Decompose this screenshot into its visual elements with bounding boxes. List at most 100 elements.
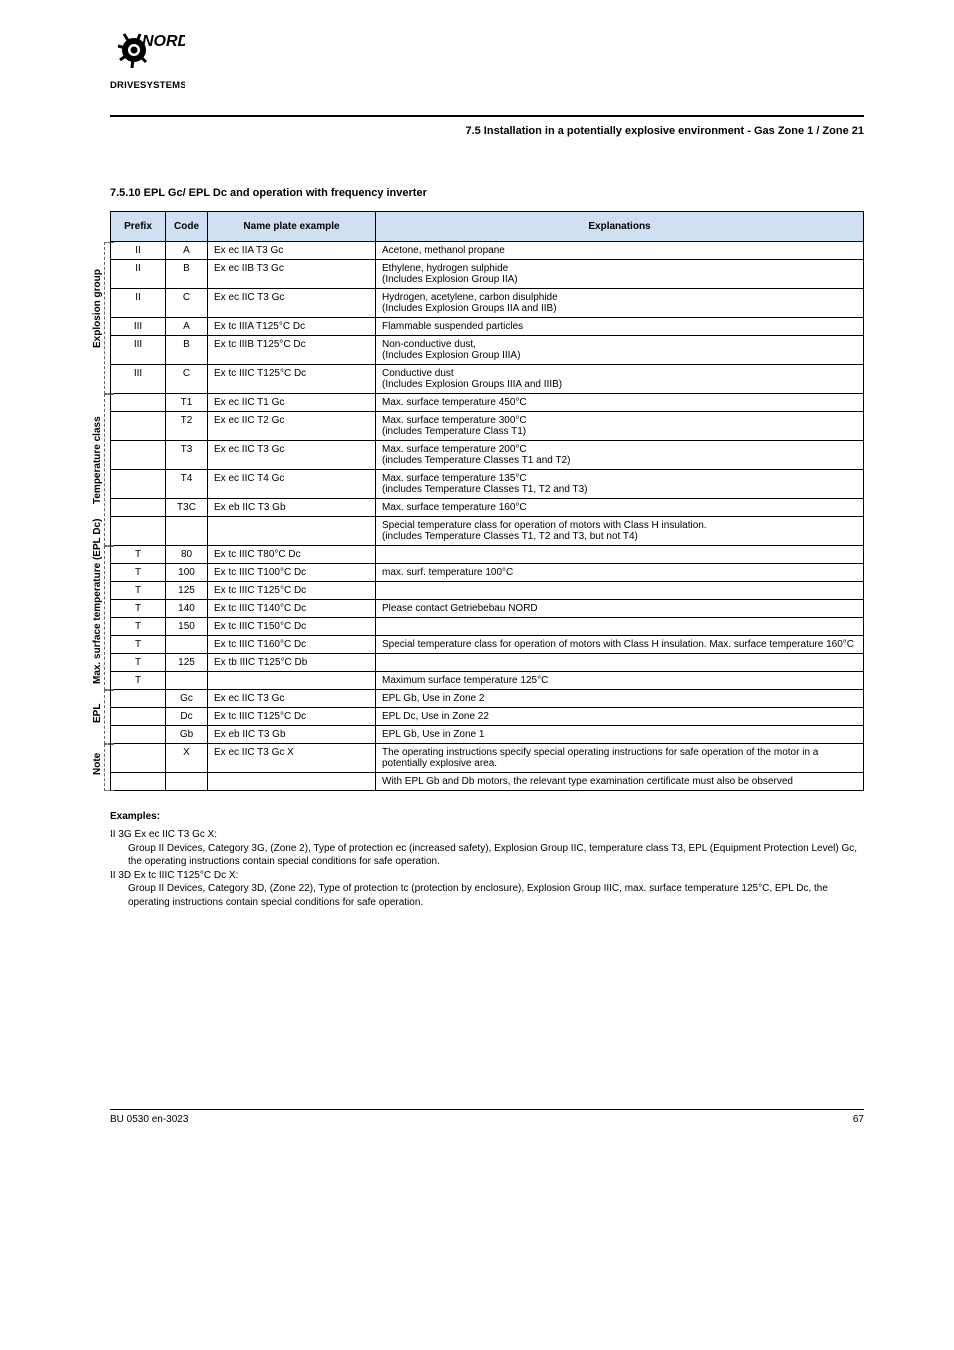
cell-explanation: Ethylene, hydrogen sulphide (Includes Ex… <box>376 260 864 289</box>
cell-code <box>166 773 208 791</box>
cell-code: 150 <box>166 618 208 636</box>
cell-prefix: T <box>111 672 166 690</box>
cell-prefix: T <box>111 546 166 564</box>
cell-example: Ex tc IIIC T125°C Dc <box>208 582 376 600</box>
table-row: T2Ex ec IIC T2 GcMax. surface temperatur… <box>111 412 864 441</box>
cell-example: Ex tc IIIC T125°C Dc <box>208 708 376 726</box>
cell-example: Ex tc IIIC T150°C Dc <box>208 618 376 636</box>
table-row: TMaximum surface temperature 125°C <box>111 672 864 690</box>
cell-prefix <box>111 773 166 791</box>
cell-prefix: T <box>111 582 166 600</box>
th-prefix: Prefix <box>111 212 166 242</box>
cell-code: Gb <box>166 726 208 744</box>
cell-example: Ex ec IIC T4 Gc <box>208 470 376 499</box>
cell-code: A <box>166 318 208 336</box>
cell-explanation: Special temperature class for operation … <box>376 517 864 546</box>
footer-page-number: 67 <box>853 1114 864 1125</box>
cell-prefix: II <box>111 260 166 289</box>
th-code: Code <box>166 212 208 242</box>
cell-explanation: Hydrogen, acetylene, carbon disulphide (… <box>376 289 864 318</box>
cell-explanation: Non-conductive dust, (Includes Explosion… <box>376 336 864 365</box>
cell-code: 80 <box>166 546 208 564</box>
table-row: T1Ex ec IIC T1 GcMax. surface temperatur… <box>111 394 864 412</box>
table-row: T100Ex tc IIIC T100°C Dcmax. surf. tempe… <box>111 564 864 582</box>
example-line: Group II Devices, Category 3D, (Zone 22)… <box>128 882 864 909</box>
cell-explanation: Max. surface temperature 160°C <box>376 499 864 517</box>
cell-prefix: T <box>111 600 166 618</box>
group-brace <box>104 690 114 744</box>
cell-example <box>208 773 376 791</box>
marking-table: Prefix Code Name plate example Explanati… <box>110 211 864 791</box>
table-row: Special temperature class for operation … <box>111 517 864 546</box>
cell-example: Ex tc IIIC T100°C Dc <box>208 564 376 582</box>
cell-example: Ex tc IIIB T125°C Dc <box>208 336 376 365</box>
cell-explanation: With EPL Gb and Db motors, the relevant … <box>376 773 864 791</box>
cell-explanation <box>376 582 864 600</box>
cell-prefix <box>111 744 166 773</box>
table-row: GbEx eb IIC T3 GbEPL Gb, Use in Zone 1 <box>111 726 864 744</box>
group-brace <box>104 744 114 791</box>
table-row: IIICEx tc IIIC T125°C DcConductive dust … <box>111 365 864 394</box>
table-row: With EPL Gb and Db motors, the relevant … <box>111 773 864 791</box>
cell-explanation: Max. surface temperature 200°C (includes… <box>376 441 864 470</box>
cell-example: Ex tc IIIA T125°C Dc <box>208 318 376 336</box>
table-row: DcEx tc IIIC T125°C DcEPL Dc, Use in Zon… <box>111 708 864 726</box>
cell-explanation: EPL Gb, Use in Zone 2 <box>376 690 864 708</box>
cell-code <box>166 672 208 690</box>
cell-example: Ex ec IIC T1 Gc <box>208 394 376 412</box>
cell-explanation: Conductive dust (Includes Explosion Grou… <box>376 365 864 394</box>
cell-code <box>166 517 208 546</box>
cell-explanation: Special temperature class for operation … <box>376 636 864 654</box>
table-row: IIBEx ec IIB T3 GcEthylene, hydrogen sul… <box>111 260 864 289</box>
svg-text:NORD: NORD <box>142 33 185 50</box>
cell-example: Ex tc IIIC T160°C Dc <box>208 636 376 654</box>
cell-example: Ex eb IIC T3 Gb <box>208 499 376 517</box>
cell-prefix <box>111 499 166 517</box>
cell-explanation: Max. surface temperature 300°C (includes… <box>376 412 864 441</box>
cell-explanation: EPL Dc, Use in Zone 22 <box>376 708 864 726</box>
cell-example <box>208 517 376 546</box>
cell-code: Dc <box>166 708 208 726</box>
cell-code <box>166 636 208 654</box>
table-row: T150Ex tc IIIC T150°C Dc <box>111 618 864 636</box>
table-row: T4Ex ec IIC T4 GcMax. surface temperatur… <box>111 470 864 499</box>
group-brace <box>104 394 114 546</box>
cell-code: 140 <box>166 600 208 618</box>
cell-example: Ex ec IIC T3 Gc X <box>208 744 376 773</box>
examples-heading: Examples: <box>110 811 864 822</box>
cell-prefix: T <box>111 618 166 636</box>
cell-code: T3C <box>166 499 208 517</box>
group-brace <box>104 546 114 690</box>
table-row: IIIBEx tc IIIB T125°C DcNon-conductive d… <box>111 336 864 365</box>
cell-prefix: II <box>111 289 166 318</box>
svg-text:DRIVESYSTEMS: DRIVESYSTEMS <box>110 80 185 91</box>
cell-example: Ex tb IIIC T125°C Db <box>208 654 376 672</box>
cell-example: Ex tc IIIC T125°C Dc <box>208 365 376 394</box>
brand-logo: NORD DRIVESYSTEMS <box>110 30 185 98</box>
cell-prefix <box>111 708 166 726</box>
cell-code: Gc <box>166 690 208 708</box>
table-row: TEx tc IIIC T160°C DcSpecial temperature… <box>111 636 864 654</box>
cell-prefix: T <box>111 654 166 672</box>
example-line: II 3D Ex tc IIIC T125°C Dc X: <box>110 869 864 883</box>
table-row: T3CEx eb IIC T3 GbMax. surface temperatu… <box>111 499 864 517</box>
cell-explanation <box>376 546 864 564</box>
cell-code: 125 <box>166 582 208 600</box>
table-row: GcEx ec IIC T3 GcEPL Gb, Use in Zone 2 <box>111 690 864 708</box>
cell-example: Ex ec IIC T3 Gc <box>208 289 376 318</box>
cell-explanation: Max. surface temperature 135°C (includes… <box>376 470 864 499</box>
cell-code: X <box>166 744 208 773</box>
example-line: II 3G Ex ec IIC T3 Gc X: <box>110 828 864 842</box>
cell-example: Ex ec IIC T3 Gc <box>208 690 376 708</box>
th-example: Name plate example <box>208 212 376 242</box>
table-row: T140Ex tc IIIC T140°C DcPlease contact G… <box>111 600 864 618</box>
table-row: T125Ex tc IIIC T125°C Dc <box>111 582 864 600</box>
table-row: XEx ec IIC T3 Gc XThe operating instruct… <box>111 744 864 773</box>
cell-prefix: III <box>111 318 166 336</box>
cell-code: T4 <box>166 470 208 499</box>
cell-example: Ex ec IIC T3 Gc <box>208 441 376 470</box>
cell-code: 100 <box>166 564 208 582</box>
cell-code: T2 <box>166 412 208 441</box>
cell-explanation: max. surf. temperature 100°C <box>376 564 864 582</box>
cell-explanation: Please contact Getriebebau NORD <box>376 600 864 618</box>
